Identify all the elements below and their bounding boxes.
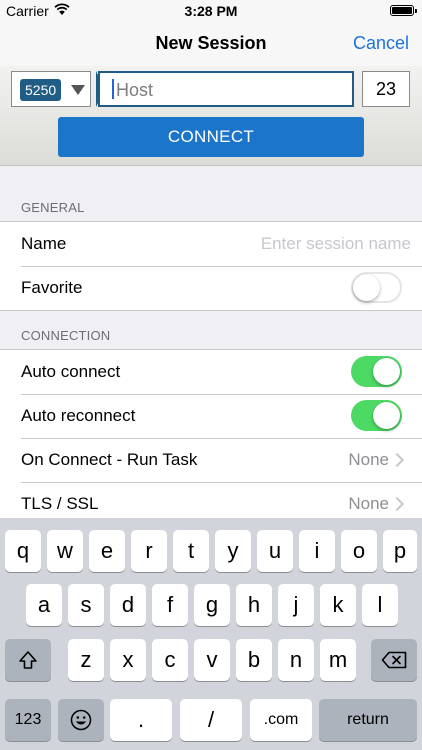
- auto-reconnect-toggle[interactable]: [351, 400, 402, 431]
- auto-connect-toggle[interactable]: [351, 356, 402, 387]
- numbers-key[interactable]: 123: [5, 699, 51, 741]
- key-v[interactable]: v: [194, 639, 230, 681]
- host-field[interactable]: [98, 71, 354, 107]
- port-input[interactable]: [362, 71, 410, 107]
- favorite-label: Favorite: [21, 278, 83, 297]
- session-name-input[interactable]: Enter session name: [261, 234, 411, 254]
- key-c[interactable]: c: [152, 639, 188, 681]
- key-o[interactable]: o: [341, 530, 377, 572]
- on-connect-label: On Connect - Run Task: [21, 450, 198, 469]
- navigation-bar: New Session Cancel: [0, 22, 422, 66]
- key-b[interactable]: b: [236, 639, 272, 681]
- emoji-icon: [70, 709, 92, 731]
- key-j[interactable]: j: [278, 584, 314, 626]
- auto-connect-label: Auto connect: [21, 362, 121, 381]
- shift-key[interactable]: [5, 639, 51, 681]
- delete-key[interactable]: [371, 639, 417, 681]
- favorite-row: Favorite: [0, 266, 422, 310]
- key-t[interactable]: t: [173, 530, 209, 572]
- toggle-knob: [353, 274, 380, 301]
- auto-reconnect-label: Auto reconnect: [21, 406, 136, 425]
- key-q[interactable]: q: [5, 530, 41, 572]
- key-f[interactable]: f: [152, 584, 188, 626]
- connect-button[interactable]: CONNECT: [58, 117, 364, 157]
- key-m[interactable]: m: [320, 639, 356, 681]
- toggle-knob: [373, 358, 400, 385]
- key-a[interactable]: a: [26, 584, 62, 626]
- terminal-type-select[interactable]: 5250: [11, 71, 91, 107]
- connect-panel: 5250 CONNECT: [0, 66, 422, 166]
- key-u[interactable]: u: [257, 530, 293, 572]
- general-group: Name Enter session name Favorite: [0, 221, 422, 311]
- key-p[interactable]: p: [383, 530, 417, 572]
- toggle-knob: [373, 402, 400, 429]
- emoji-key[interactable]: [58, 699, 104, 741]
- key-y[interactable]: y: [215, 530, 251, 572]
- shift-icon: [19, 651, 37, 669]
- key-l[interactable]: l: [362, 584, 398, 626]
- backspace-icon: [381, 651, 407, 669]
- host-input[interactable]: [114, 73, 348, 107]
- favorite-toggle[interactable]: [351, 272, 402, 303]
- name-label: Name: [21, 234, 67, 253]
- period-key[interactable]: .: [110, 699, 172, 741]
- dropdown-arrow-icon: [71, 85, 85, 95]
- auto-connect-row: Auto connect: [0, 350, 422, 394]
- key-w[interactable]: w: [47, 530, 83, 572]
- key-g[interactable]: g: [194, 584, 230, 626]
- key-e[interactable]: e: [89, 530, 125, 572]
- battery-icon: [390, 5, 417, 16]
- terminal-type-badge: 5250: [20, 79, 62, 101]
- status-time: 3:28 PM: [184, 3, 238, 19]
- key-d[interactable]: d: [110, 584, 146, 626]
- key-x[interactable]: x: [110, 639, 146, 681]
- tls-label: TLS / SSL: [21, 494, 99, 513]
- key-r[interactable]: r: [131, 530, 167, 572]
- slash-key[interactable]: /: [180, 699, 242, 741]
- on-connect-run-task-row[interactable]: On Connect - Run Task None: [0, 438, 422, 482]
- keyboard: q w e r t y u i o p a s d f g h j k l z …: [0, 518, 422, 750]
- return-key[interactable]: return: [319, 699, 417, 741]
- key-k[interactable]: k: [320, 584, 356, 626]
- connection-group: Auto connect Auto reconnect On Connect -…: [0, 349, 422, 526]
- dotcom-key[interactable]: .com: [250, 699, 312, 741]
- chevron-right-icon: [389, 496, 405, 512]
- connection-section-header: CONNECTION: [21, 328, 111, 343]
- key-n[interactable]: n: [278, 639, 314, 681]
- chevron-right-icon: [389, 452, 405, 468]
- name-row[interactable]: Name Enter session name: [0, 222, 422, 266]
- cancel-button[interactable]: Cancel: [353, 33, 409, 54]
- general-section-header: GENERAL: [21, 200, 85, 215]
- key-z[interactable]: z: [68, 639, 104, 681]
- status-bar: Carrier 3:28 PM: [0, 0, 422, 22]
- key-i[interactable]: i: [299, 530, 335, 572]
- key-s[interactable]: s: [68, 584, 104, 626]
- key-h[interactable]: h: [236, 584, 272, 626]
- tls-value: None: [348, 494, 389, 513]
- auto-reconnect-row: Auto reconnect: [0, 394, 422, 438]
- on-connect-value: None: [348, 450, 389, 469]
